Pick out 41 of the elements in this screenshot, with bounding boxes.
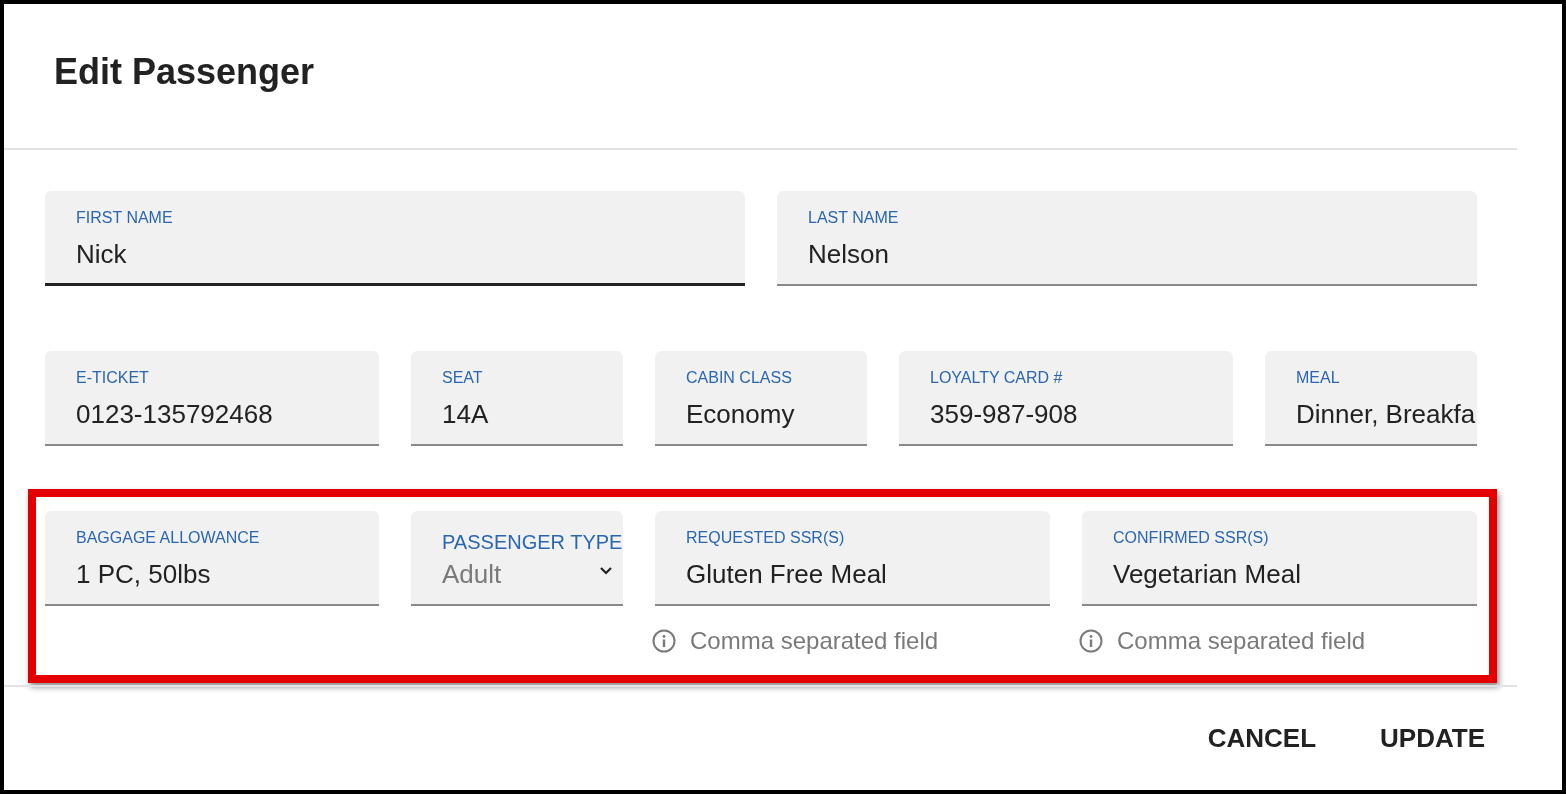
field-value: 1 PC, 50lbs	[76, 558, 212, 590]
field-value: Dinner, Breakfa	[1296, 398, 1477, 430]
field-label: MEAL	[1296, 368, 1341, 388]
text-field[interactable]: E-TICKET 0123-135792468	[45, 351, 379, 446]
field-value: Adult	[442, 558, 502, 590]
text-field[interactable]: BAGGAGE ALLOWANCE 1 PC, 50lbs	[45, 511, 379, 606]
cancel-button[interactable]: CANCEL	[1199, 717, 1325, 760]
field-value: Nelson	[808, 238, 890, 270]
field-value: Gluten Free Meal	[686, 558, 888, 590]
text-field[interactable]: CONFIRMED SSR(S) Vegetarian Meal	[1082, 511, 1477, 606]
field-label: REQUESTED SSR(S)	[686, 528, 846, 548]
text-field[interactable]: SEAT 14A	[411, 351, 623, 446]
field-label: FIRST NAME	[76, 208, 174, 228]
field-label: CONFIRMED SSR(S)	[1113, 528, 1270, 548]
info-icon	[1079, 629, 1103, 653]
text-field[interactable]: REQUESTED SSR(S) Gluten Free Meal	[655, 511, 1050, 606]
field-label: CABIN CLASS	[686, 368, 793, 388]
field-value: Vegetarian Meal	[1113, 558, 1302, 590]
dialog-title: Edit Passenger	[54, 51, 315, 93]
field-value: 14A	[442, 398, 490, 430]
field-label: LOYALTY CARD #	[930, 368, 1064, 388]
helper-text: Comma separated field	[690, 629, 939, 653]
chevron-down-icon	[599, 566, 613, 576]
field-label: BAGGAGE ALLOWANCE	[76, 528, 261, 548]
text-field[interactable]: LAST NAME Nelson	[777, 191, 1477, 286]
field-label: E-TICKET	[76, 368, 150, 388]
info-icon	[652, 629, 676, 653]
field-label: PASSENGER TYPE	[442, 532, 623, 552]
field-value: 359-987-908	[930, 398, 1079, 430]
field-value: Nick	[76, 238, 128, 270]
text-field[interactable]: LOYALTY CARD # 359-987-908	[899, 351, 1233, 446]
text-field[interactable]: FIRST NAME Nick	[45, 191, 745, 286]
field-value: Economy	[686, 398, 796, 430]
update-button[interactable]: UPDATE	[1372, 717, 1493, 760]
field-value: 0123-135792468	[76, 398, 274, 430]
text-field[interactable]: CABIN CLASS Economy	[655, 351, 867, 446]
helper-text: Comma separated field	[1117, 629, 1366, 653]
field-label: SEAT	[442, 368, 484, 388]
field-label: LAST NAME	[808, 208, 900, 228]
select-field[interactable]: PASSENGER TYPE Adult	[411, 511, 623, 606]
text-field[interactable]: MEAL Dinner, Breakfa	[1265, 351, 1477, 446]
